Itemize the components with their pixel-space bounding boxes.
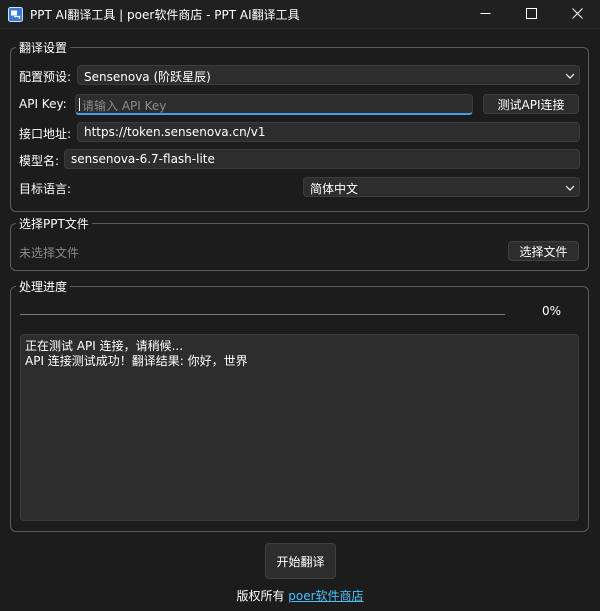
maximize-icon [525,7,537,22]
model-input[interactable]: sensenova-6.7-flash-lite [64,149,580,169]
file-select-title: 选择PPT文件 [16,215,92,232]
chevron-down-icon [565,70,575,80]
file-select-group: 选择PPT文件 [10,215,589,271]
window-title: PPT AI翻译工具 | poer软件商店 - PPT AI翻译工具 [30,8,300,22]
footer: 版权所有 poer软件商店 [0,587,600,604]
endpoint-label: 接口地址: [19,127,72,141]
target-language-value: 简体中文 [310,182,359,196]
progress-bar [20,314,505,315]
log-output[interactable]: 正在测试 API 连接，请稍候... API 连接测试成功！翻译结果: 你好，世… [20,334,579,521]
target-language-select[interactable]: 简体中文 [303,177,580,197]
close-icon [571,7,583,22]
close-button[interactable] [554,0,600,29]
choose-file-button[interactable]: 选择文件 [508,241,579,261]
target-language-label: 目标语言: [19,182,72,196]
chevron-down-icon [565,182,575,192]
preset-label: 配置预设: [19,70,72,84]
preset-select[interactable]: Sensenova (阶跃星辰) [77,65,580,85]
translation-settings-title: 翻译设置 [16,39,71,56]
text-caret [79,98,80,111]
copyright-text: 版权所有 [236,589,289,603]
minimize-button[interactable] [462,0,508,29]
progress-percent: 0% [542,304,562,318]
api-key-placeholder: 请输入 API Key [82,99,167,113]
file-status: 未选择文件 [19,246,80,260]
minimize-icon [480,8,491,22]
preset-value: Sensenova (阶跃星辰) [84,70,211,84]
maximize-button[interactable] [508,0,554,29]
log-line: API 连接测试成功！翻译结果: 你好，世界 [25,354,248,368]
api-key-input[interactable]: 请输入 API Key [75,94,473,115]
app-window-icon [8,7,23,22]
log-line: 正在测试 API 连接，请稍候... [25,339,184,353]
model-label: 模型名: [19,154,60,168]
api-key-label: API Key: [19,97,67,111]
test-api-button[interactable]: 测试API连接 [483,94,579,114]
title-bar[interactable]: PPT AI翻译工具 | poer软件商店 - PPT AI翻译工具 [0,0,600,29]
progress-title: 处理进度 [16,278,71,295]
endpoint-input[interactable]: https://token.sensenova.cn/v1 [77,122,580,142]
start-translate-button[interactable]: 开始翻译 [265,543,336,579]
store-link[interactable]: poer软件商店 [288,589,363,603]
